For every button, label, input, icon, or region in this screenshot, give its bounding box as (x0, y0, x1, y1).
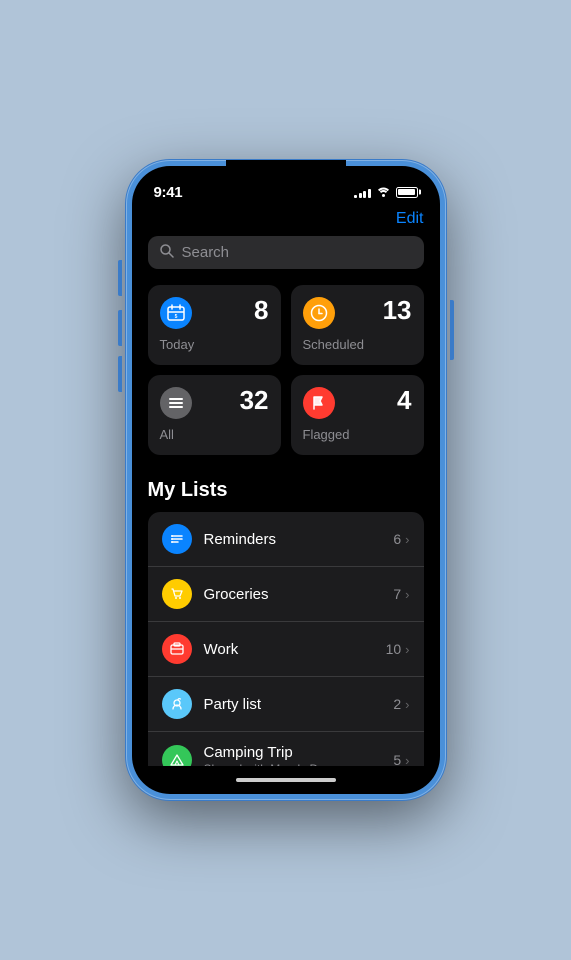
phone-screen: 9:41 (132, 166, 440, 794)
reminders-info: Reminders (204, 531, 394, 548)
signal-icon (354, 187, 371, 198)
work-count: 10 (386, 641, 402, 657)
phone-frame: 9:41 (126, 160, 446, 800)
flagged-icon (303, 387, 335, 419)
list-item-camping[interactable]: Camping Trip Shared with Mandy Dempsey 5… (148, 732, 424, 766)
list-item-party[interactable]: Party list 2 › (148, 677, 424, 732)
groceries-info: Groceries (204, 586, 394, 603)
smart-lists-grid: 5 8 Today (148, 285, 424, 455)
work-name: Work (204, 641, 386, 658)
search-icon (160, 244, 174, 261)
reminders-count: 6 (393, 531, 401, 547)
my-lists-container: Reminders 6 › (148, 512, 424, 766)
search-placeholder: Search (182, 244, 230, 261)
reminders-icon (162, 524, 192, 554)
scheduled-icon (303, 297, 335, 329)
reminders-name: Reminders (204, 531, 394, 548)
reminders-meta: 6 › (393, 531, 409, 547)
header-row: Edit (148, 206, 424, 236)
work-chevron: › (405, 642, 409, 657)
work-info: Work (204, 641, 386, 658)
battery-icon (396, 187, 418, 198)
wifi-icon (376, 185, 391, 200)
camping-icon (162, 745, 192, 766)
flagged-count: 4 (397, 387, 411, 413)
svg-text:5: 5 (174, 314, 177, 320)
camping-chevron: › (405, 753, 409, 767)
groceries-name: Groceries (204, 586, 394, 603)
home-bar (236, 778, 336, 782)
search-bar[interactable]: Search (148, 236, 424, 269)
notch (226, 160, 346, 184)
work-meta: 10 › (386, 641, 410, 657)
groceries-icon (162, 579, 192, 609)
main-content[interactable]: Edit Search (132, 206, 440, 766)
scheduled-card[interactable]: 13 Scheduled (291, 285, 424, 365)
groceries-meta: 7 › (393, 586, 409, 602)
flagged-label: Flagged (303, 427, 412, 442)
groceries-count: 7 (393, 586, 401, 602)
flagged-card[interactable]: 4 Flagged (291, 375, 424, 455)
list-item-groceries[interactable]: Groceries 7 › (148, 567, 424, 622)
today-label: Today (160, 337, 269, 352)
party-count: 2 (393, 696, 401, 712)
all-icon (160, 387, 192, 419)
work-icon (162, 634, 192, 664)
home-indicator (132, 766, 440, 794)
party-icon (162, 689, 192, 719)
status-icons (354, 185, 418, 200)
scheduled-count: 13 (383, 297, 412, 323)
party-info: Party list (204, 696, 394, 713)
all-count: 32 (240, 387, 269, 413)
party-name: Party list (204, 696, 394, 713)
groceries-chevron: › (405, 587, 409, 602)
camping-meta: 5 › (393, 752, 409, 766)
party-chevron: › (405, 697, 409, 712)
today-count: 8 (254, 297, 268, 323)
list-item-work[interactable]: Work 10 › (148, 622, 424, 677)
reminders-chevron: › (405, 532, 409, 547)
camping-name: Camping Trip (204, 744, 394, 761)
camping-count: 5 (393, 752, 401, 766)
edit-button[interactable]: Edit (396, 210, 424, 228)
today-icon: 5 (160, 297, 192, 329)
all-label: All (160, 427, 269, 442)
my-lists-title: My Lists (148, 479, 424, 502)
today-card[interactable]: 5 8 Today (148, 285, 281, 365)
camping-info: Camping Trip Shared with Mandy Dempsey (204, 744, 394, 766)
list-item-reminders[interactable]: Reminders 6 › (148, 512, 424, 567)
status-time: 9:41 (154, 184, 183, 201)
all-card[interactable]: 32 All (148, 375, 281, 455)
scheduled-label: Scheduled (303, 337, 412, 352)
party-meta: 2 › (393, 696, 409, 712)
